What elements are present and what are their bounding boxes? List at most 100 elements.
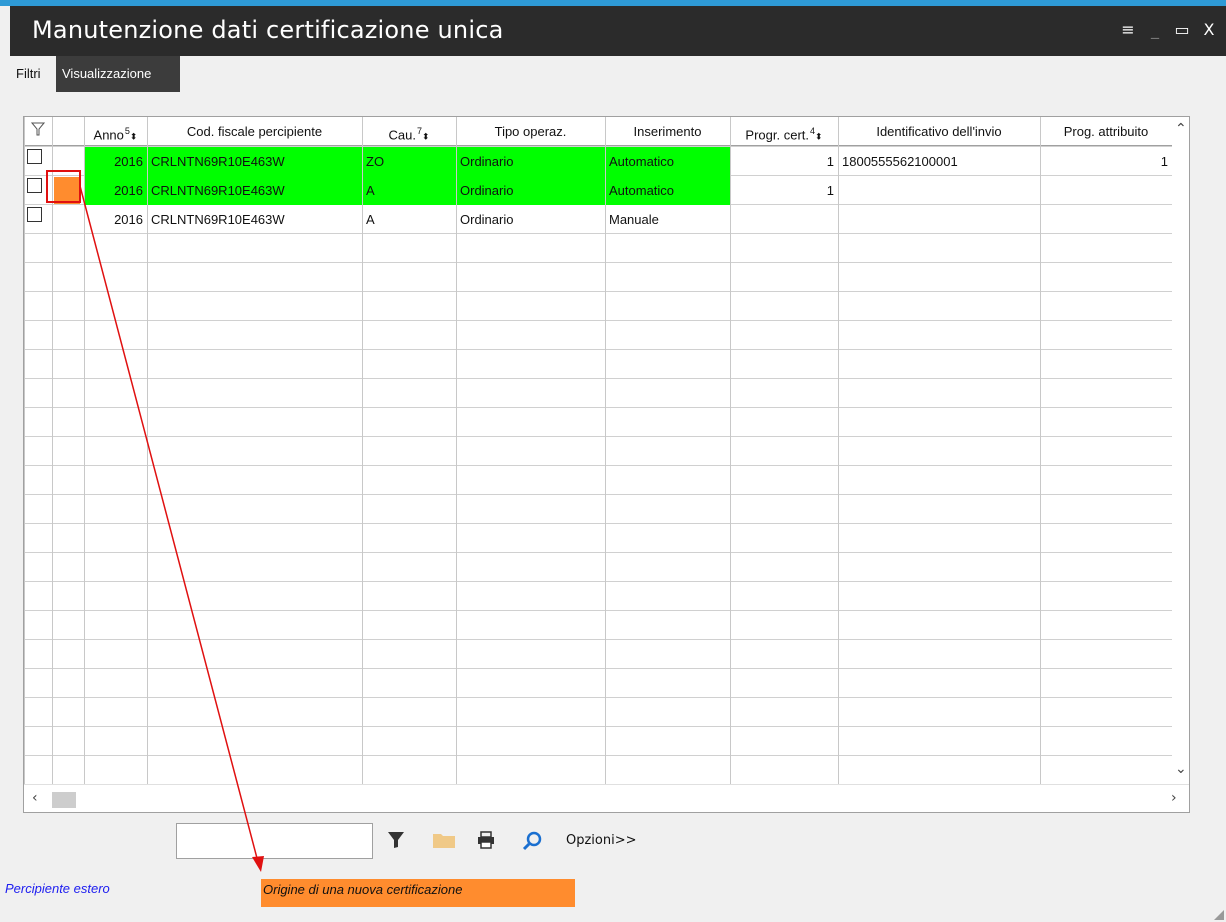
column-header-cau[interactable]: Cau.7⬍: [362, 117, 456, 146]
column-header-label: Progr. cert.: [745, 127, 809, 143]
cell-anno[interactable]: 2016: [84, 205, 147, 234]
cell-progattr[interactable]: [1040, 205, 1172, 234]
grid-row-line: [24, 668, 1172, 669]
scroll-up-icon[interactable]: ⌃: [1175, 121, 1187, 137]
cell-inserimento[interactable]: Manuale: [605, 205, 730, 234]
maximize-button[interactable]: ▭: [1170, 20, 1194, 40]
column-header-origin[interactable]: [52, 117, 84, 146]
cell-inserimento[interactable]: Automatico: [605, 147, 730, 176]
cell-progr[interactable]: [730, 205, 838, 234]
grid-row-line: [24, 552, 1172, 553]
column-header-label: Inserimento: [633, 124, 702, 139]
cell-inserimento[interactable]: Automatico: [605, 176, 730, 205]
grid-body: Anno5⬍ Cod. fiscale percipiente Cau.7⬍ Tipo…: [24, 117, 1173, 784]
resize-grip-icon[interactable]: [1214, 910, 1224, 920]
grid-column-line: [456, 117, 457, 784]
grid-row-line: [24, 494, 1172, 495]
sort-arrow-icon: ⬍: [815, 131, 823, 142]
search-input[interactable]: [176, 823, 373, 859]
cell-codfiscale[interactable]: CRLNTN69R10E463W: [147, 176, 362, 205]
grid-row-line: [24, 581, 1172, 582]
close-button[interactable]: X: [1197, 20, 1221, 40]
column-header-label: Tipo operaz.: [494, 124, 567, 139]
cell-codfiscale[interactable]: CRLNTN69R10E463W: [147, 147, 362, 176]
grid-column-line: [838, 117, 839, 784]
grid-row-line: [24, 407, 1172, 408]
tab-filtri[interactable]: Filtri: [10, 56, 56, 92]
grid-row-line: [24, 291, 1172, 292]
cell-ident[interactable]: [838, 205, 1040, 234]
column-header-codfiscale[interactable]: Cod. fiscale percipiente: [147, 117, 362, 146]
cell-codfiscale[interactable]: CRLNTN69R10E463W: [147, 205, 362, 234]
title-bar[interactable]: Manutenzione dati certificazione unica ≡…: [10, 6, 1226, 56]
grid-column-line: [52, 117, 53, 784]
column-header-tipo[interactable]: Tipo operaz.: [456, 117, 605, 146]
column-header-sel[interactable]: [24, 117, 52, 146]
filter-icon[interactable]: [387, 830, 405, 855]
grid-row-line: [24, 262, 1172, 263]
cell-cau[interactable]: ZO: [362, 147, 456, 176]
origin-marker: [54, 177, 80, 204]
grid-row-line: [24, 320, 1172, 321]
row-checkbox[interactable]: [27, 149, 42, 164]
cell-progattr[interactable]: 1: [1040, 147, 1172, 176]
menu-icon[interactable]: ≡: [1116, 20, 1140, 40]
column-header-ident[interactable]: Identificativo dell'invio: [838, 117, 1040, 146]
sort-arrow-icon: ⬍: [129, 131, 138, 142]
column-header-label: Cod. fiscale percipiente: [186, 124, 323, 139]
minimize-button[interactable]: _: [1143, 20, 1167, 40]
row-checkbox[interactable]: [27, 207, 42, 222]
printer-icon[interactable]: [476, 830, 496, 855]
grid-row-line: [24, 726, 1172, 727]
cell-cau[interactable]: A: [362, 176, 456, 205]
scroll-thumb[interactable]: [52, 792, 76, 808]
cell-progattr[interactable]: [1040, 176, 1172, 205]
scroll-left-icon[interactable]: ‹: [32, 790, 38, 806]
grid-column-line: [147, 117, 148, 784]
tab-visualizzazione[interactable]: Visualizzazione: [56, 56, 180, 92]
column-header-anno[interactable]: Anno5⬍: [84, 117, 147, 146]
cell-progr[interactable]: 1: [730, 147, 838, 176]
grid-row-line: [24, 697, 1172, 698]
grid-row-line: [24, 610, 1172, 611]
cell-anno[interactable]: 2016: [84, 176, 147, 205]
column-header-label: Identificativo dell'invio: [876, 124, 1002, 139]
grid-row-line: [24, 755, 1172, 756]
folder-icon[interactable]: [432, 830, 456, 855]
grid-column-line: [1040, 117, 1041, 784]
cell-tipo[interactable]: Ordinario: [456, 176, 605, 205]
grid-column-line: [730, 117, 731, 784]
cell-ident[interactable]: [838, 176, 1040, 205]
cell-anno[interactable]: 2016: [84, 147, 147, 176]
row-checkbox[interactable]: [27, 178, 42, 193]
cell-ident[interactable]: 1800555562100001: [838, 147, 1040, 176]
cell-tipo[interactable]: Ordinario: [456, 205, 605, 234]
grid-column-line: [84, 117, 85, 784]
grid-header: Anno5⬍ Cod. fiscale percipiente Cau.7⬍ Tipo…: [24, 117, 1172, 146]
horizontal-scrollbar[interactable]: ‹ ›: [24, 784, 1189, 812]
column-header-inserimento[interactable]: Inserimento: [605, 117, 730, 146]
vertical-scrollbar[interactable]: ⌃ ⌄: [1172, 117, 1189, 784]
data-grid[interactable]: Anno5⬍ Cod. fiscale percipiente Cau.7⬍ Tipo…: [23, 116, 1190, 813]
column-header-label: Cau.: [388, 127, 416, 143]
column-header-progattr[interactable]: Prog. attribuito: [1040, 117, 1172, 146]
grid-row-line: [24, 378, 1172, 379]
cell-cau[interactable]: A: [362, 205, 456, 234]
cell-tipo[interactable]: Ordinario: [456, 147, 605, 176]
grid-row-line: [24, 465, 1172, 466]
scroll-right-icon[interactable]: ›: [1171, 790, 1177, 806]
window-title: Manutenzione dati certificazione unica: [32, 16, 504, 44]
column-header-label: Prog. attribuito: [1063, 124, 1149, 139]
grid-column-line: [362, 117, 363, 784]
grid-column-line: [24, 117, 25, 784]
column-header-progr[interactable]: Progr. cert.4⬍: [730, 117, 838, 146]
column-header-label: Anno: [93, 127, 124, 143]
scroll-down-icon[interactable]: ⌄: [1175, 761, 1187, 777]
cell-progr[interactable]: 1: [730, 176, 838, 205]
legend-origine-certificazione: Origine di una nuova certificazione: [261, 879, 575, 907]
sort-arrow-icon: ⬍: [421, 131, 430, 142]
grid-row-line: [24, 436, 1172, 437]
options-button[interactable]: Opzioni>>: [566, 833, 637, 848]
refresh-search-icon[interactable]: [521, 830, 543, 857]
filter-header-icon[interactable]: [30, 122, 46, 136]
